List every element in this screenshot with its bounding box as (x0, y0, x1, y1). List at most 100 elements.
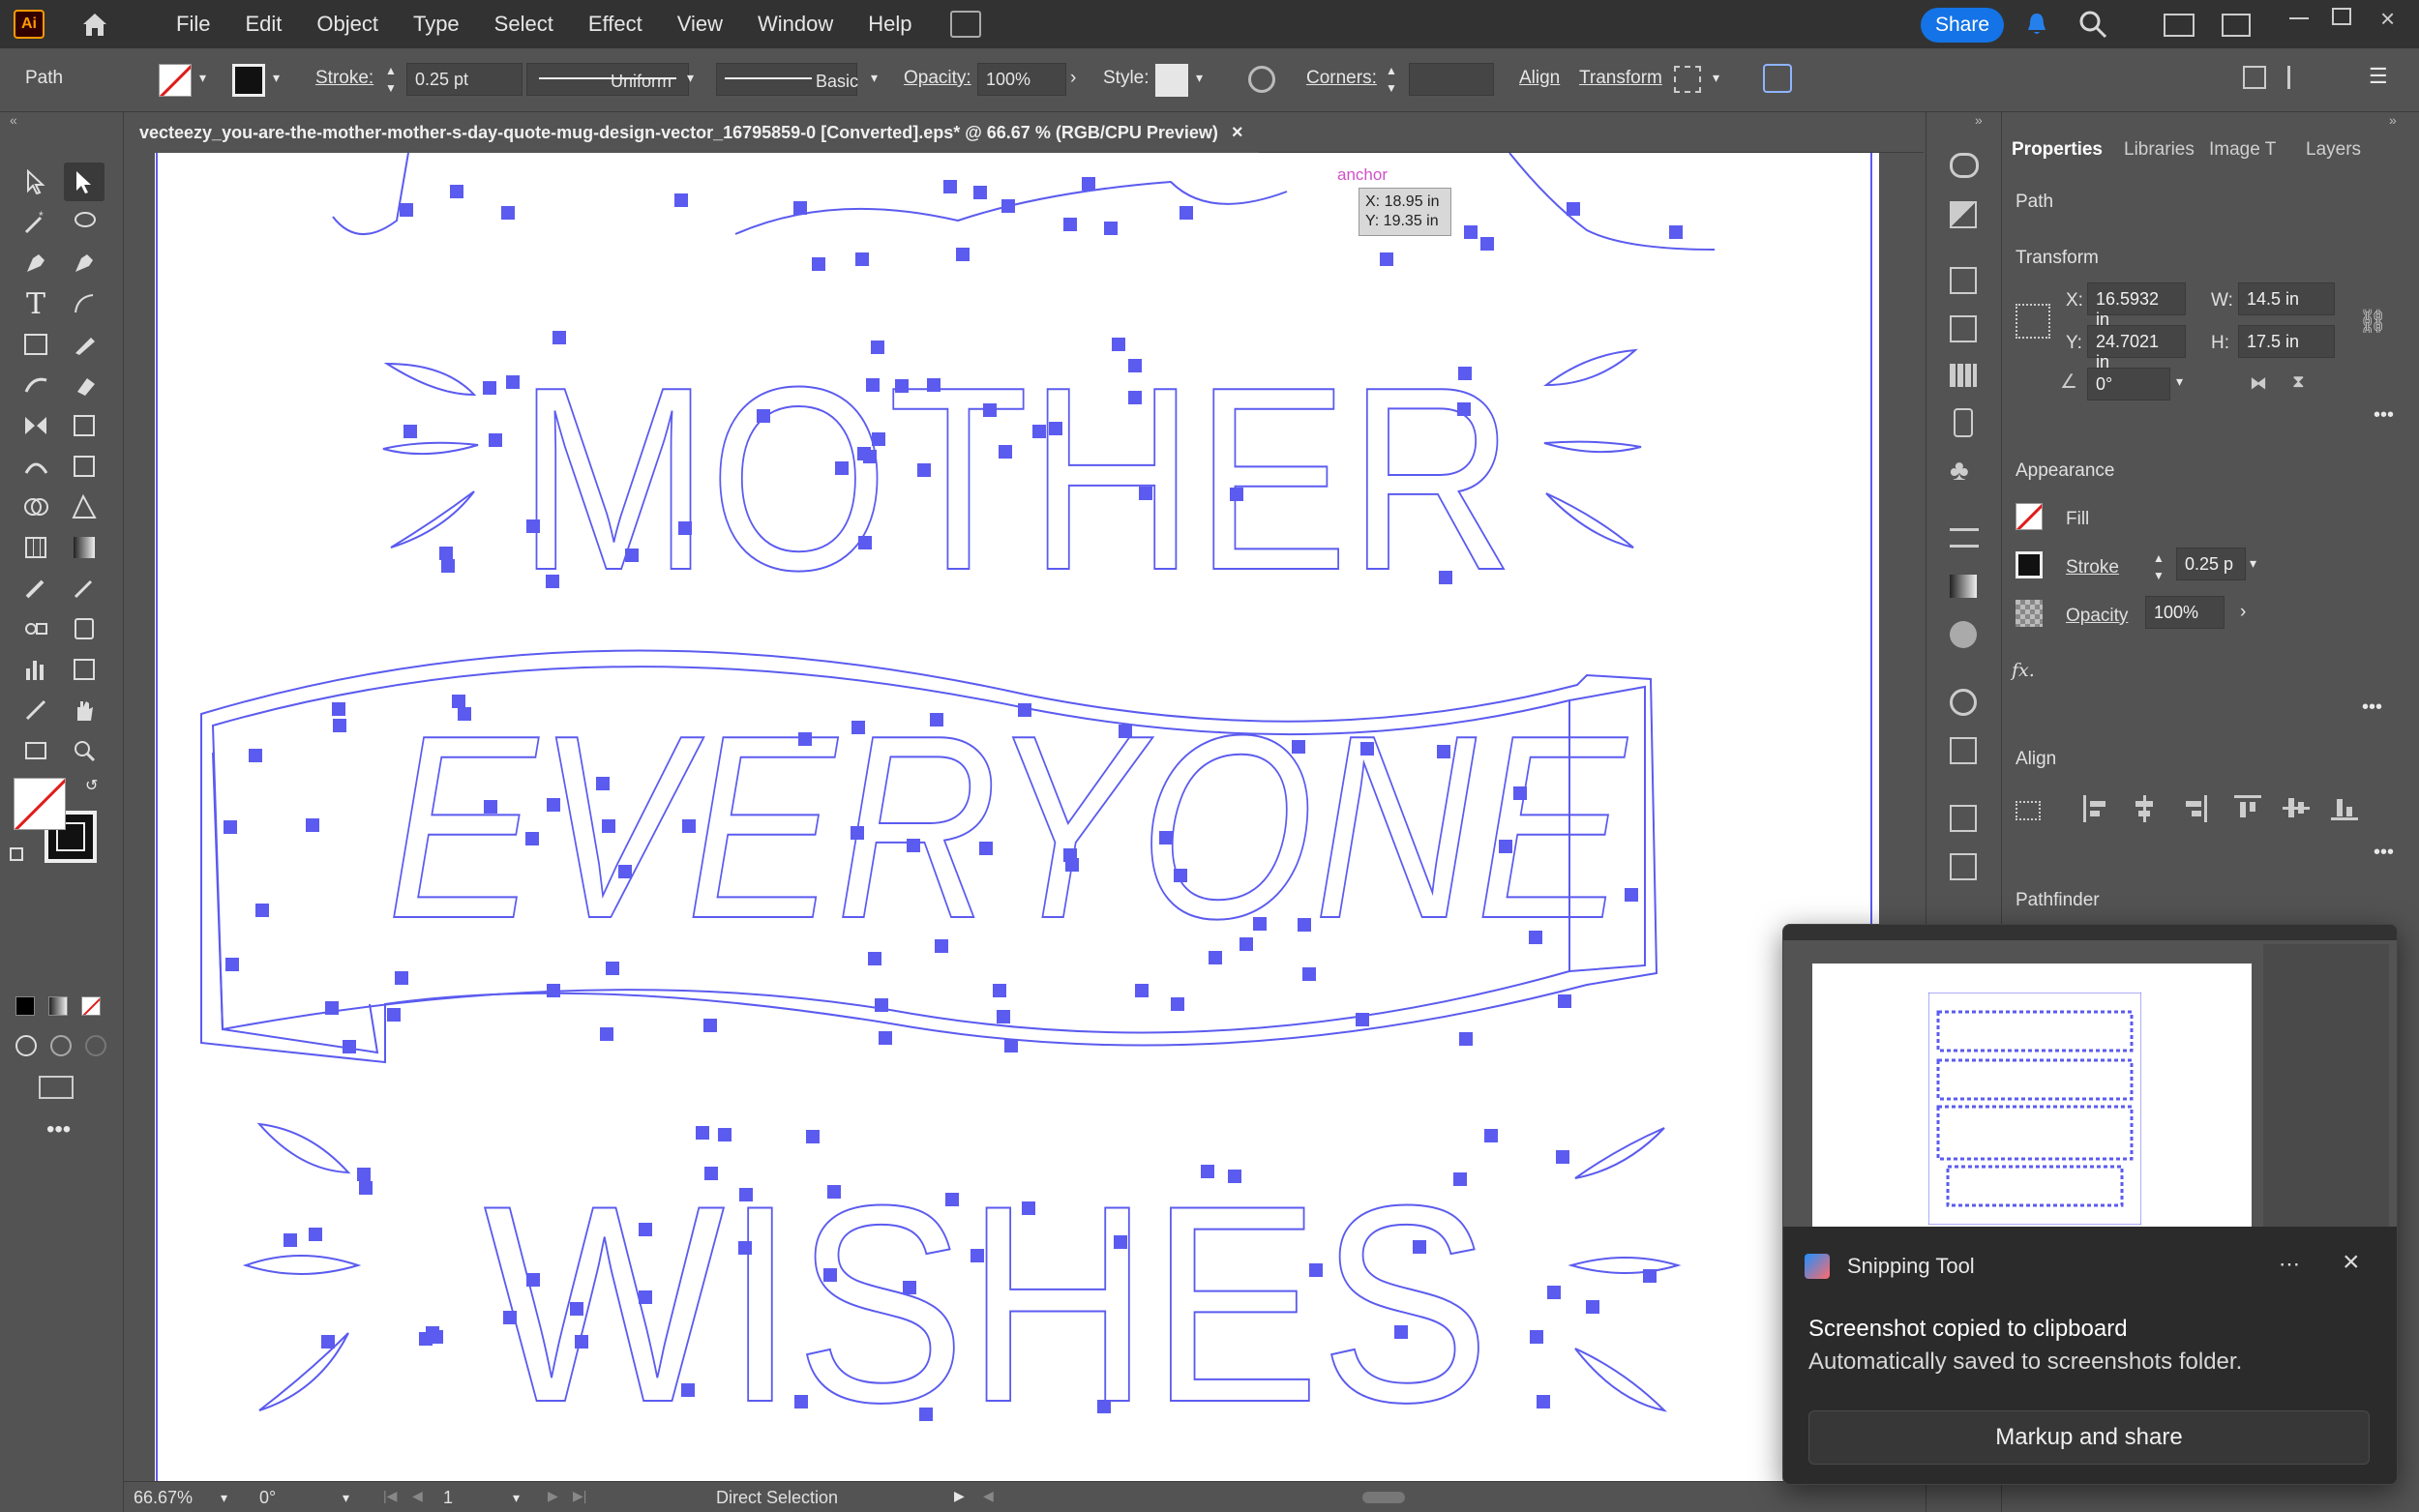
anchor-point[interactable] (1180, 206, 1193, 220)
color-guide-icon[interactable] (1950, 201, 1977, 228)
angle-chevron-icon[interactable]: ▾ (2176, 373, 2183, 390)
anchor-point[interactable] (1567, 202, 1580, 216)
hand-tool-icon[interactable] (64, 691, 105, 729)
none-mode-icon[interactable] (81, 996, 101, 1016)
anchor-point[interactable] (596, 777, 610, 790)
anchor-point[interactable] (1356, 1013, 1369, 1026)
align-top-icon[interactable] (2234, 795, 2261, 820)
anchor-point[interactable] (1128, 359, 1142, 372)
anchor-point[interactable] (552, 331, 566, 344)
anchor-point[interactable] (1209, 951, 1222, 964)
opacity-panel-arrow-icon[interactable]: › (2240, 602, 2246, 623)
transform-link[interactable]: Transform (1579, 68, 1662, 89)
align-center-horizontal-icon[interactable] (2132, 795, 2157, 822)
menu-object[interactable]: Object (316, 12, 378, 37)
anchor-point[interactable] (224, 820, 237, 834)
rotation-chevron-icon[interactable]: ▾ (343, 1490, 349, 1506)
anchor-point[interactable] (945, 1193, 959, 1206)
symbol-sprayer-tool-icon[interactable] (64, 609, 105, 648)
anchor-point[interactable] (484, 800, 497, 814)
brushes-icon[interactable] (1954, 408, 1973, 437)
anchor-point[interactable] (696, 1126, 709, 1140)
rectangle-tool-icon[interactable] (15, 325, 56, 364)
direct-selection-tool-icon[interactable] (64, 163, 105, 201)
fill-swatch[interactable] (159, 64, 192, 97)
artboard-chevron-icon[interactable]: ▾ (513, 1490, 520, 1506)
anchor-point[interactable] (1625, 888, 1638, 902)
pathfinder-dock-icon[interactable] (1950, 853, 1977, 880)
control-menu-icon[interactable]: ☰ (2369, 64, 2388, 89)
perspective-grid-tool-icon[interactable] (64, 488, 105, 526)
anchor-point[interactable] (306, 818, 319, 832)
align-more-icon[interactable]: ••• (2374, 842, 2394, 864)
anchor-point[interactable] (823, 1268, 837, 1282)
anchor-point[interactable] (570, 1302, 583, 1316)
symbols-icon[interactable]: ♣ (1950, 455, 1969, 488)
notifications-icon[interactable] (2026, 12, 2047, 37)
anchor-point[interactable] (332, 702, 345, 716)
rotation-value[interactable]: 0° (259, 1488, 276, 1508)
anchor-point[interactable] (1298, 918, 1311, 932)
anchor-point[interactable] (704, 1167, 718, 1180)
anchor-point[interactable] (718, 1128, 732, 1141)
anchor-point[interactable] (678, 521, 692, 535)
anchor-point[interactable] (639, 1290, 652, 1304)
anchor-point[interactable] (639, 1223, 652, 1236)
mesh-tool-icon[interactable] (15, 528, 56, 567)
flip-vertical-icon[interactable]: ⧗ (2292, 371, 2305, 392)
anchor-point[interactable] (857, 447, 871, 460)
anchor-point[interactable] (1128, 391, 1142, 404)
anchor-point[interactable] (503, 1311, 517, 1324)
eraser-tool-icon[interactable] (64, 366, 105, 404)
anchor-point[interactable] (333, 719, 346, 732)
anchor-point[interactable] (903, 1281, 916, 1294)
opacity-panel-label[interactable]: Opacity (2066, 606, 2128, 627)
close-icon[interactable]: × (2343, 1246, 2360, 1279)
anchor-point[interactable] (1513, 786, 1527, 800)
anchor-point[interactable] (907, 839, 920, 852)
horizontal-scroll-left-icon[interactable]: ◀ (983, 1488, 994, 1504)
anchor-point[interactable] (1558, 994, 1571, 1008)
shaper-tool-icon[interactable] (15, 366, 56, 404)
anchor-point[interactable] (1464, 225, 1478, 239)
opacity-arrow-icon[interactable]: › (1070, 68, 1076, 89)
menu-select[interactable]: Select (494, 12, 553, 37)
anchor-point[interactable] (738, 1241, 752, 1255)
profile-chevron-icon[interactable]: ▾ (687, 70, 694, 86)
anchor-point[interactable] (1643, 1269, 1657, 1283)
anchor-point[interactable] (501, 206, 515, 220)
screen-mode-icon[interactable] (39, 1076, 74, 1099)
artboard-number[interactable]: 1 (443, 1488, 453, 1508)
anchor-point[interactable] (1530, 1330, 1543, 1344)
anchor-point[interactable] (1484, 1129, 1498, 1142)
search-icon[interactable] (2078, 10, 2107, 44)
anchor-point[interactable] (1230, 488, 1243, 501)
export-icon[interactable] (1950, 267, 1977, 294)
anchor-point[interactable] (489, 433, 502, 447)
anchor-point[interactable] (400, 203, 413, 217)
next-artboard-icon[interactable]: ▶ (548, 1488, 558, 1504)
anchor-point[interactable] (1529, 931, 1542, 944)
align-left-icon[interactable] (2083, 795, 2108, 822)
gradient-tool-icon[interactable] (64, 528, 105, 567)
anchor-point[interactable] (441, 559, 455, 573)
align-dock-icon[interactable] (1950, 805, 1977, 832)
collapse-toolbar-icon[interactable]: « (10, 112, 17, 128)
stroke-panel-label[interactable]: Stroke (2066, 557, 2119, 578)
scale-tool-icon[interactable] (64, 406, 105, 445)
eyedropper-tool-icon[interactable] (15, 569, 56, 608)
opacity-label[interactable]: Opacity: (904, 68, 971, 89)
anchor-point[interactable] (1201, 1165, 1214, 1178)
anchor-point[interactable] (1458, 367, 1472, 380)
stroke-weight-panel-field[interactable]: 0.25 p (2176, 548, 2246, 580)
anchor-point[interactable] (993, 984, 1006, 997)
gradient-panel-icon[interactable] (1950, 575, 1977, 598)
anchor-point[interactable] (1114, 1235, 1127, 1249)
menu-type[interactable]: Type (413, 12, 460, 37)
anchor-point[interactable] (835, 461, 849, 475)
type-tool-icon[interactable]: T (15, 284, 56, 323)
draw-normal-icon[interactable] (15, 1035, 37, 1056)
gradient-mode-icon[interactable] (48, 996, 68, 1016)
align-to-icon[interactable] (2016, 801, 2041, 820)
anchor-point[interactable] (757, 409, 770, 423)
